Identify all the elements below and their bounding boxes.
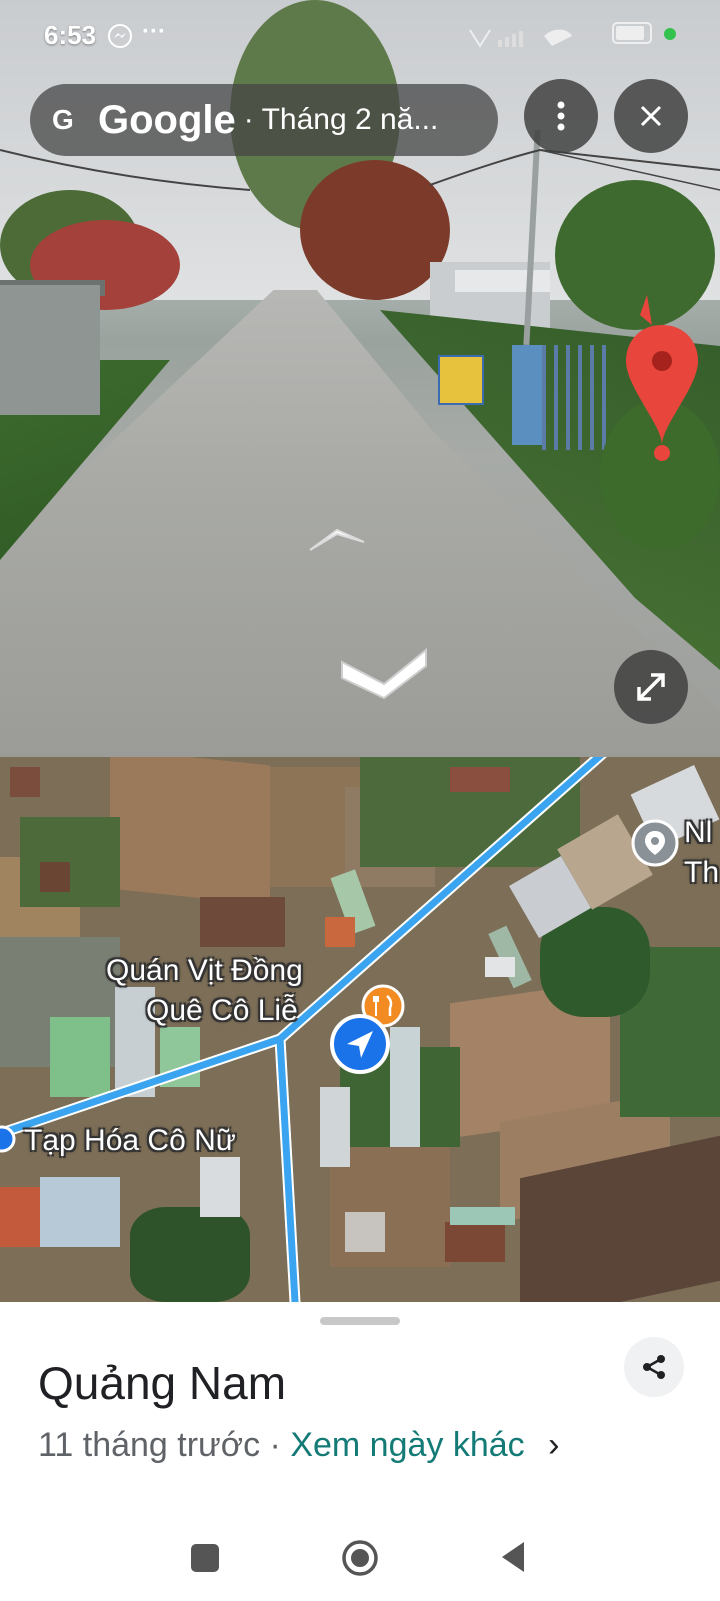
place-marker-icon[interactable]: [630, 817, 680, 877]
place-pin-icon[interactable]: [622, 295, 702, 470]
move-forward-arrow-icon[interactable]: [306, 528, 368, 554]
edge-place-label-line1[interactable]: Nl: [684, 815, 712, 851]
google-g-icon: G: [52, 104, 74, 135]
house-roof: [455, 270, 550, 292]
capture-date: · Tháng 2 nă...: [243, 103, 439, 136]
store-label[interactable]: Tạp Hóa Cô Nữ: [24, 1123, 236, 1159]
fullscreen-button[interactable]: [614, 650, 688, 724]
map-marker-icon[interactable]: [0, 1119, 16, 1159]
gate-pillar: [512, 345, 542, 445]
satellite-map[interactable]: Quán Vịt Đồng Quê Cô Liễ Tạp Hóa Cô Nữ N…: [0, 757, 720, 1302]
share-icon: [643, 1355, 665, 1379]
edge-place-label-line2[interactable]: Th: [684, 855, 719, 891]
place-title: Quảng Nam: [38, 1357, 287, 1409]
gate: [542, 345, 612, 450]
street-view-header[interactable]: G Google · Tháng 2 nă...: [30, 84, 498, 156]
privacy-indicator-dot: [664, 28, 676, 40]
restaurant-label-line1[interactable]: Quán Vịt Đồng: [106, 953, 303, 989]
capture-info: 11 tháng trước · Xem ngày khác ›: [38, 1426, 559, 1465]
close-icon: [640, 105, 662, 127]
share-button[interactable]: [624, 1337, 684, 1397]
system-nav-bar: [0, 1530, 720, 1601]
time-ago: 11 tháng trước: [38, 1426, 261, 1464]
restaurant-label-line2[interactable]: Quê Cô Liễ: [146, 993, 298, 1029]
battery-icon: [612, 22, 652, 44]
move-back-arrow-icon[interactable]: [340, 648, 430, 700]
provider-label: Google: [98, 97, 236, 142]
chevron-right-icon[interactable]: ›: [548, 1426, 559, 1464]
location-arrow-icon[interactable]: [329, 1013, 391, 1075]
status-bar: 6:53 ···: [0, 0, 720, 70]
recent-apps-icon[interactable]: [191, 1544, 219, 1572]
signal-icon: [469, 29, 572, 48]
status-time: 6:53: [44, 20, 97, 50]
more-notifications: ···: [142, 18, 166, 45]
sheet-drag-handle[interactable]: [320, 1317, 400, 1325]
separator: ·: [260, 1426, 291, 1464]
back-icon[interactable]: [498, 1540, 528, 1574]
signboard: [438, 355, 484, 405]
close-button[interactable]: [614, 79, 688, 153]
more-options-button[interactable]: [524, 79, 598, 153]
see-other-dates-link[interactable]: Xem ngày khác: [290, 1426, 524, 1464]
house: [0, 285, 100, 415]
home-icon[interactable]: [340, 1538, 380, 1578]
messenger-icon: [108, 24, 132, 48]
expand-icon: [637, 673, 665, 701]
more-vertical-icon: [557, 101, 565, 131]
